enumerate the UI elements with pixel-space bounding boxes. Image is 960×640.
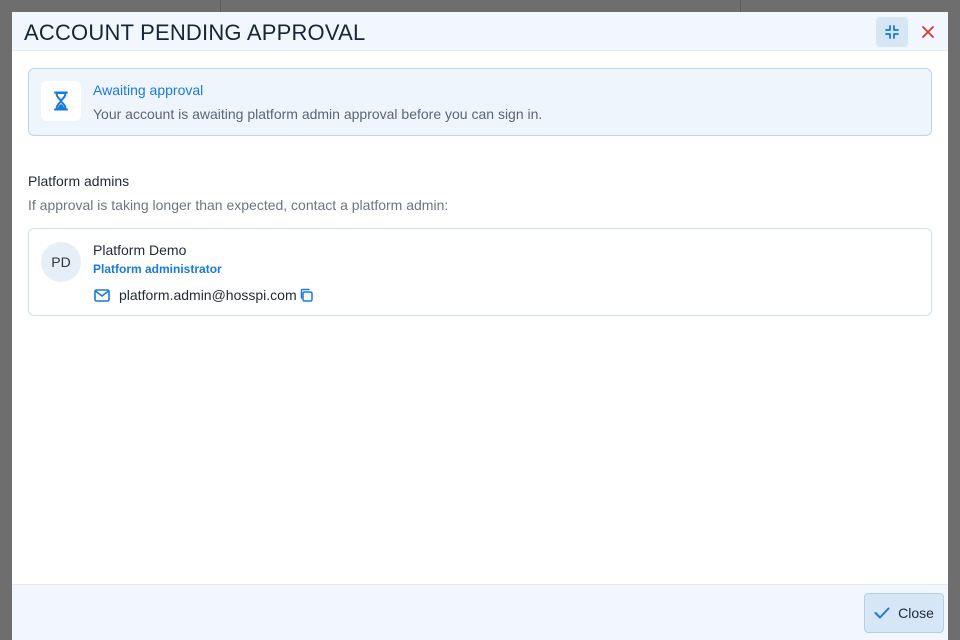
- hourglass-icon: [53, 91, 69, 111]
- dialog-title: ACCOUNT PENDING APPROVAL: [24, 20, 366, 45]
- platform-admins-subtitle: If approval is taking longer than expect…: [28, 197, 449, 213]
- platform-admins-heading: Platform admins: [28, 173, 130, 189]
- avatar: PD: [41, 242, 81, 282]
- dialog-header: ACCOUNT PENDING APPROVAL: [12, 12, 948, 51]
- admin-name: Platform Demo: [93, 242, 187, 258]
- check-icon: [874, 607, 890, 619]
- pending-approval-dialog: ACCOUNT PENDING APPROVAL Awaiting approv…: [12, 12, 948, 640]
- admin-role: Platform administrator: [93, 262, 222, 276]
- mail-icon: [93, 286, 111, 304]
- notice-icon-box: [41, 81, 81, 121]
- close-icon: [921, 25, 935, 39]
- admin-email-row: platform.admin@hosspi.com: [93, 285, 314, 305]
- dialog-close-button[interactable]: [912, 17, 944, 47]
- admin-card: PD Platform Demo Platform administrator …: [28, 228, 932, 316]
- collapse-button[interactable]: [876, 17, 908, 47]
- close-button-label: Close: [898, 605, 934, 621]
- backdrop-divider: [740, 0, 741, 12]
- approval-notice: Awaiting approval Your account is awaiti…: [28, 68, 932, 136]
- copy-icon[interactable]: [298, 287, 314, 303]
- collapse-icon: [884, 24, 900, 40]
- close-button[interactable]: Close: [864, 593, 944, 633]
- backdrop-divider: [220, 0, 221, 12]
- dialog-footer: Close: [12, 584, 948, 640]
- notice-title: Awaiting approval: [93, 82, 204, 98]
- admin-email-link[interactable]: platform.admin@hosspi.com: [119, 287, 297, 303]
- notice-text: Your account is awaiting platform admin …: [93, 106, 543, 122]
